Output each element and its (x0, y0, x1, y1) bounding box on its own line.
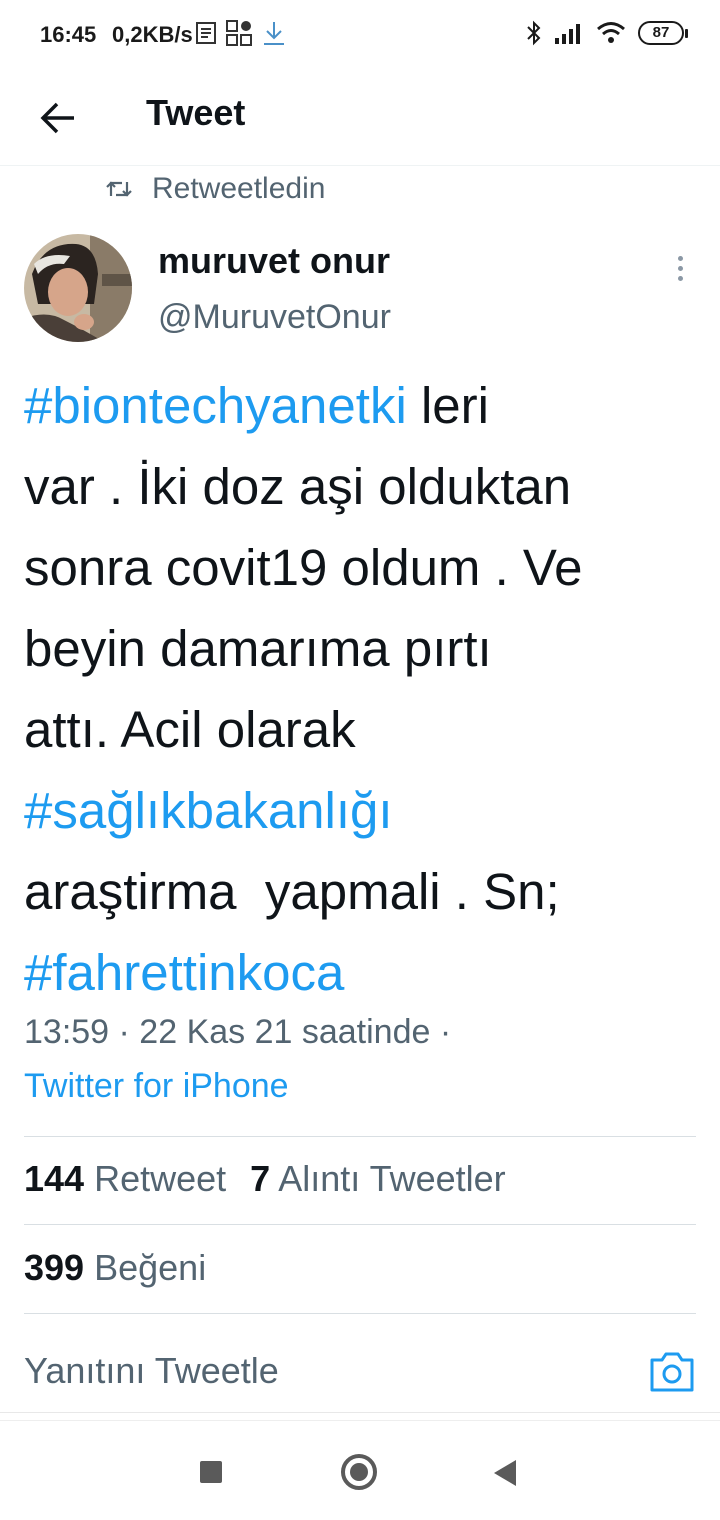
camera-icon (650, 1352, 694, 1392)
avatar-photo (24, 234, 132, 342)
tweet-source-link[interactable]: Twitter for iPhone (24, 1060, 289, 1112)
avatar[interactable] (24, 234, 132, 342)
tweet-line: attı. Acil olarak (24, 701, 356, 758)
author-name[interactable]: muruvet onur (158, 240, 390, 282)
app-grid-icon (226, 20, 252, 46)
likes-stats-row: 399 Beğeni (24, 1247, 206, 1289)
arrow-left-icon (40, 102, 74, 134)
more-dot (677, 255, 683, 261)
divider (24, 1136, 696, 1137)
retweets-stat[interactable]: 144 Retweet (24, 1158, 226, 1200)
tweet-timestamp[interactable]: 13:59 · 22 Kas 21 saatinde · (24, 1006, 451, 1058)
back-button[interactable] (30, 90, 86, 146)
more-dot (677, 265, 683, 271)
status-time: 16:45 (40, 22, 97, 47)
system-back-button[interactable] (494, 1460, 516, 1486)
tweet-text: #biontechyanetki leri var . İki doz aşi … (24, 365, 704, 1013)
document-icon (196, 22, 216, 44)
tweet-line-text: leri (406, 377, 489, 434)
signal-icon (555, 24, 580, 44)
status-system-icons: 87 (526, 20, 688, 46)
more-options-button[interactable] (666, 248, 694, 288)
reply-input[interactable]: Yanıtını Tweetle (24, 1350, 279, 1392)
tweet-line: #biontechyanetki leri (24, 365, 704, 446)
page-title: Tweet (146, 92, 246, 133)
quotes-label: Alıntı Tweetler (278, 1158, 506, 1199)
battery-indicator: 87 (638, 21, 688, 45)
bluetooth-icon (527, 20, 541, 46)
divider (24, 1313, 696, 1314)
tweet-line: #sağlıkbakanlığı (24, 770, 704, 851)
author-handle[interactable]: @MuruvetOnur (158, 298, 391, 337)
tweet-line: beyin damarıma pırtı (24, 620, 492, 677)
status-bar: 16:45 0,2KB/s 87 (0, 0, 720, 72)
download-icon (264, 22, 284, 45)
retweet-label: Retweetledin (152, 172, 326, 205)
divider (24, 1224, 696, 1225)
retweet-indicator: Retweetledin (106, 172, 325, 206)
hashtag-link[interactable]: #sağlıkbakanlığı (24, 782, 393, 839)
tweet-line: araştirma yapmali . Sn; (24, 863, 560, 920)
system-nav-bar (0, 1420, 720, 1520)
more-dot (677, 275, 683, 281)
likes-count: 399 (24, 1247, 85, 1288)
retweet-stats-row: 144 Retweet 7 Alıntı Tweetler (24, 1158, 506, 1200)
likes-stat[interactable]: 399 Beğeni (24, 1247, 206, 1289)
retweet-icon (106, 181, 132, 197)
recent-apps-button[interactable] (200, 1461, 222, 1483)
quotes-stat[interactable]: 7 Alıntı Tweetler (250, 1158, 506, 1200)
quotes-count: 7 (250, 1158, 271, 1199)
status-notification-icons (196, 20, 286, 46)
tweet-line: sonra covit19 oldum . Ve (24, 539, 583, 596)
hashtag-link[interactable]: #biontechyanetki (24, 377, 407, 434)
hashtag-link[interactable]: #fahrettinkoca (24, 944, 344, 1001)
likes-label: Beğeni (94, 1247, 207, 1288)
tweet-line: #fahrettinkoca (24, 932, 704, 1013)
retweets-label: Retweet (94, 1158, 227, 1199)
status-net-speed: 0,2KB/s (112, 22, 193, 47)
wifi-icon (597, 22, 625, 43)
app-header: Tweet (0, 72, 720, 166)
camera-button[interactable] (648, 1350, 696, 1396)
tweet-line: var . İki doz aşi olduktan (24, 458, 572, 515)
divider (0, 1412, 720, 1413)
home-button[interactable] (341, 1454, 377, 1490)
retweets-count: 144 (24, 1158, 85, 1199)
